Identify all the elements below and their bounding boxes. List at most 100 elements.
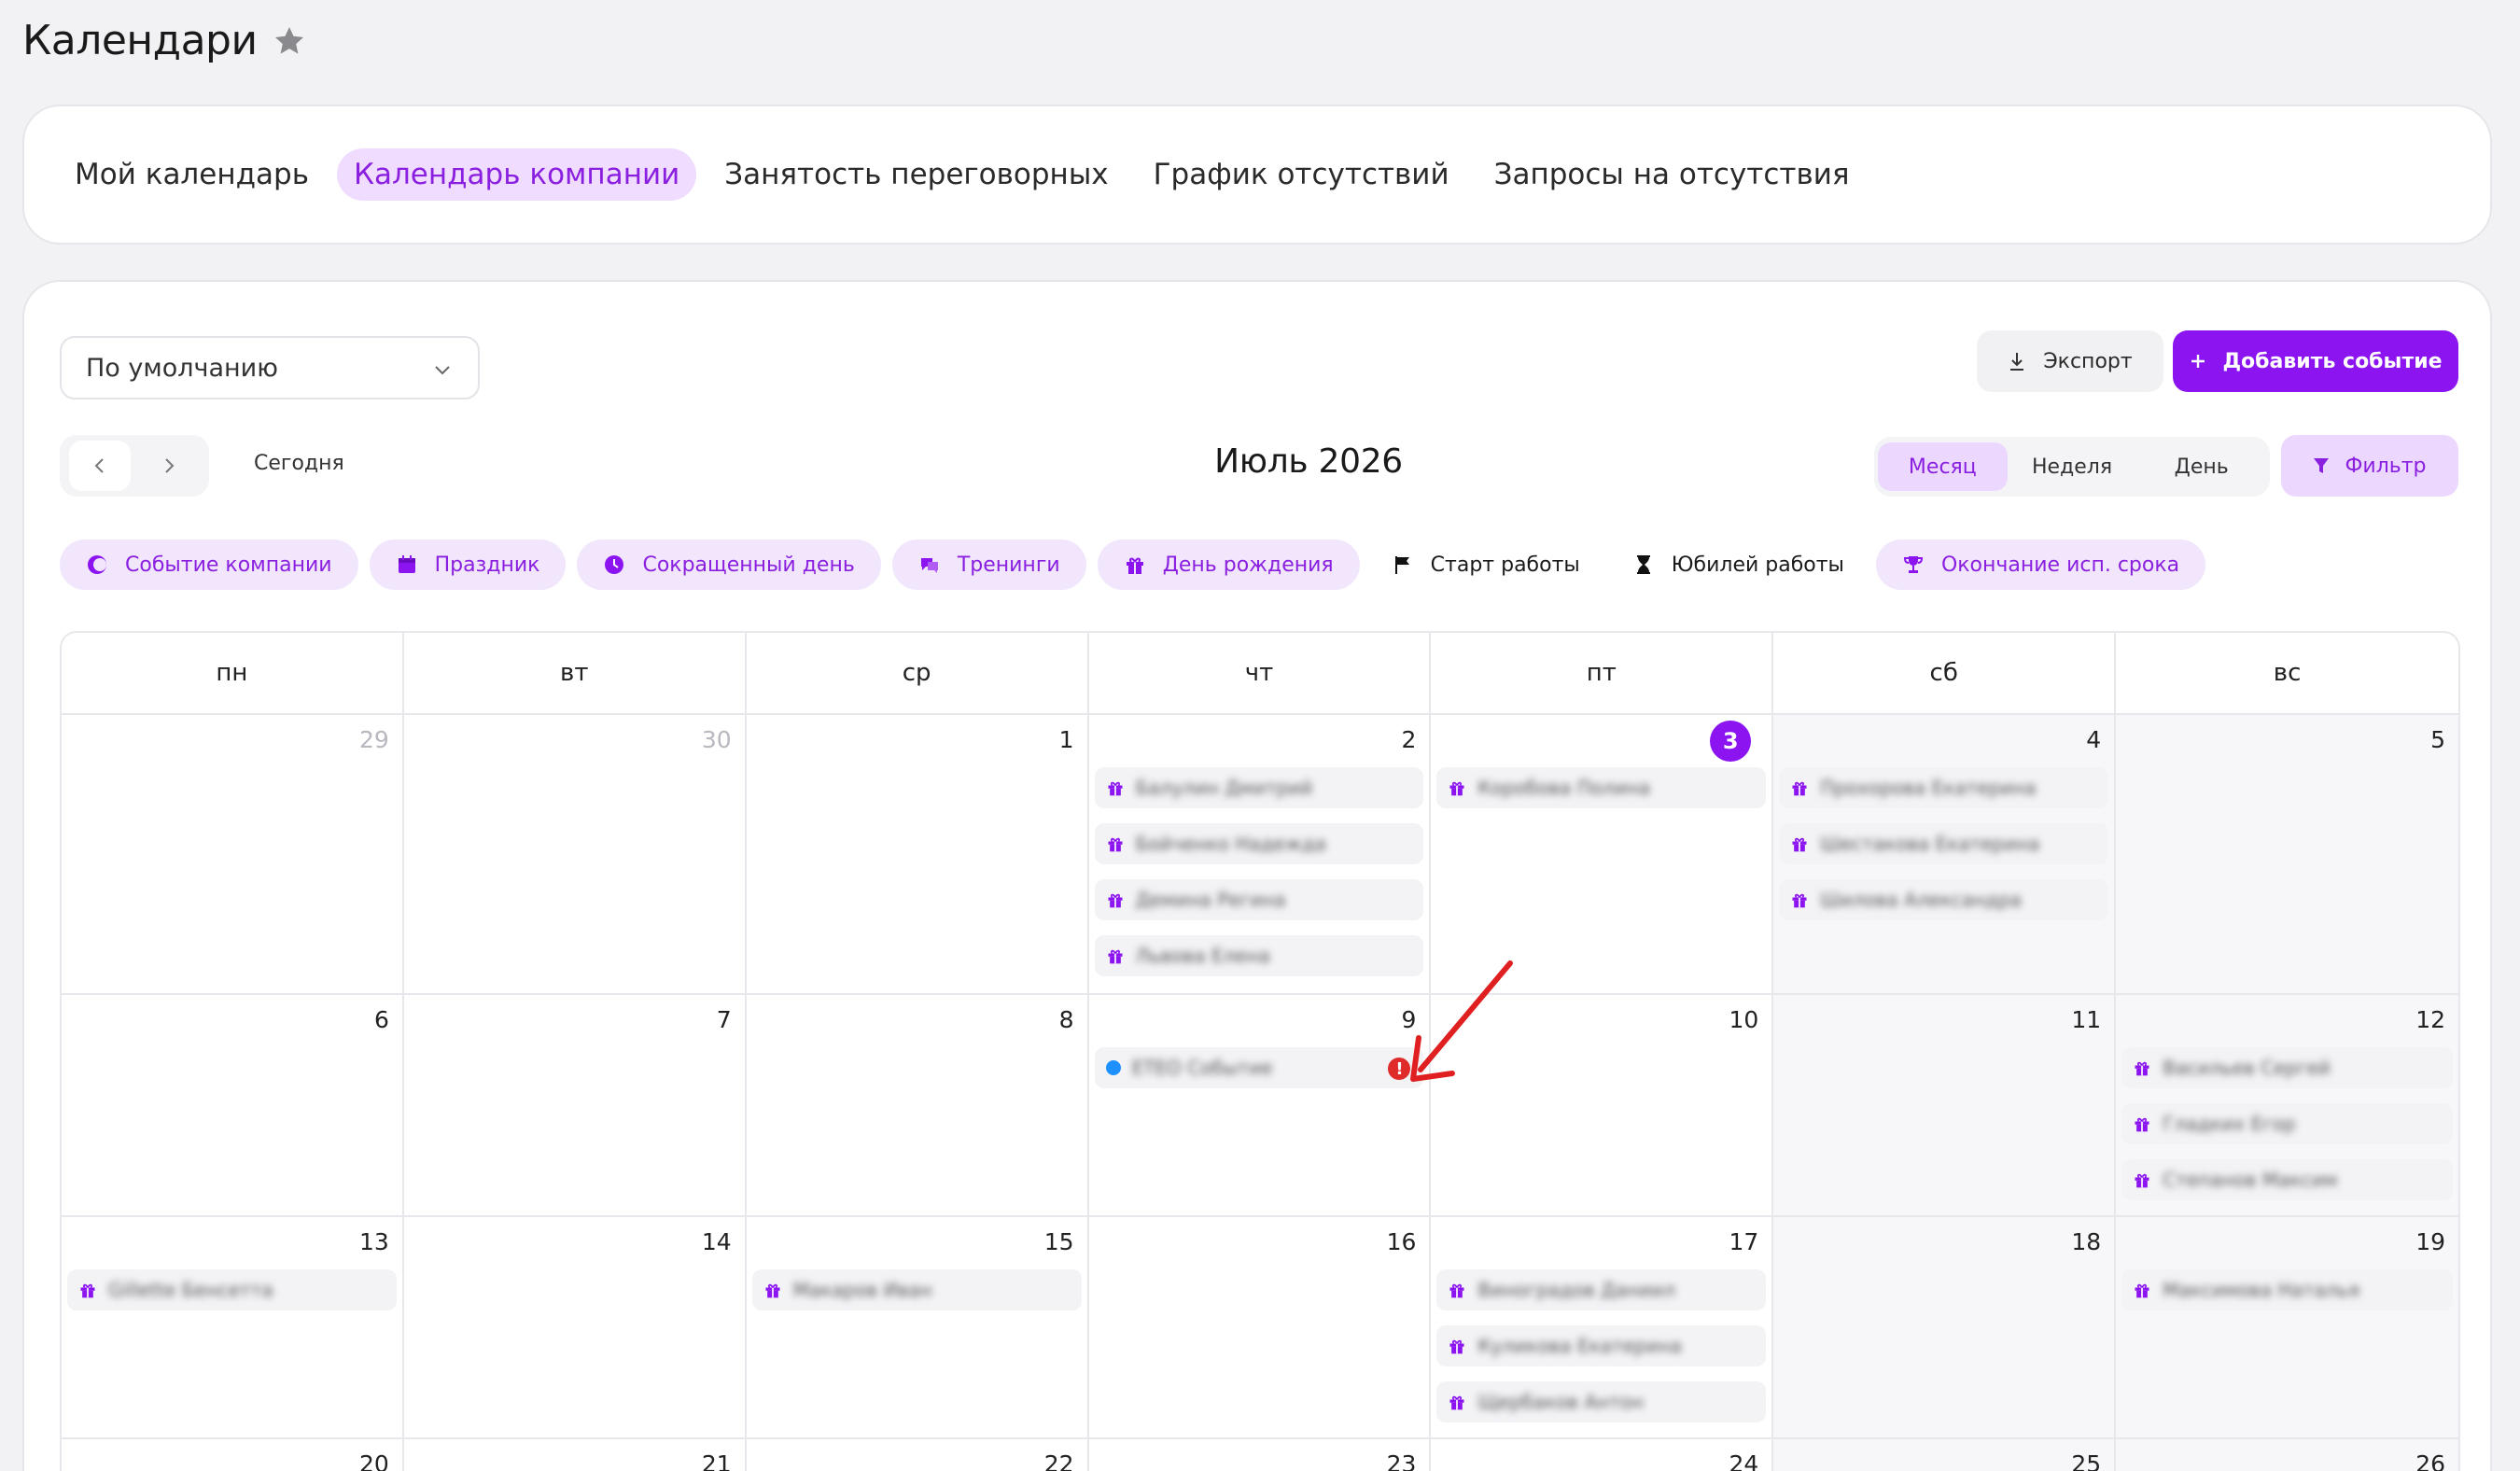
add-event-button[interactable]: Добавить событие: [2173, 330, 2458, 392]
birthday-event[interactable]: Бойченко Надежда: [1094, 823, 1424, 864]
calendar-day-cell[interactable]: 30: [404, 715, 747, 993]
legend-holiday[interactable]: Праздник: [369, 539, 567, 590]
gift-icon: [1792, 781, 1807, 796]
mode-week[interactable]: Неделя: [2008, 442, 2137, 491]
legend-label: День рождения: [1162, 553, 1334, 577]
birthday-event[interactable]: Щербаков Антон: [1436, 1381, 1767, 1422]
legend-work-start[interactable]: Старт работы: [1371, 539, 1601, 590]
calendar-day-cell[interactable]: 24: [1431, 1439, 1774, 1471]
event-title: Гладких Егор: [2163, 1113, 2296, 1135]
view-preset-select[interactable]: По умолчанию: [60, 336, 480, 399]
day-number: 29: [359, 726, 389, 753]
birthday-event[interactable]: Демина Регина: [1094, 879, 1424, 920]
day-number: 21: [701, 1450, 732, 1471]
tab-meeting-rooms[interactable]: Занятость переговорных: [707, 148, 1125, 201]
calendar-day-cell[interactable]: 18: [1773, 1217, 2117, 1437]
calendar-day-cell[interactable]: 14: [404, 1217, 747, 1437]
calendar-day-cell[interactable]: 2 Балулин Дмитрий Бойченко Надежда Демина Р…: [1089, 715, 1432, 993]
day-number: 17: [1729, 1228, 1759, 1255]
tab-company-calendar[interactable]: Календарь компании: [336, 148, 697, 201]
calendar-day-cell[interactable]: 16: [1089, 1217, 1432, 1437]
legend-probation-end[interactable]: Окончание исп. срока: [1875, 539, 2206, 590]
legend-label: Событие компании: [125, 553, 332, 577]
gift-icon: [1792, 837, 1807, 852]
tab-my-calendar[interactable]: Мой календарь: [58, 148, 326, 201]
birthday-event[interactable]: Прохорова Екатерина: [1779, 767, 2109, 808]
star-icon[interactable]: [273, 24, 306, 58]
calendar-day-cell[interactable]: 6: [62, 995, 404, 1215]
day-events: Виноградов Даниил Куликова Екатерина Щерба…: [1436, 1269, 1767, 1422]
birthday-event[interactable]: Гладких Егор: [2121, 1103, 2453, 1144]
birthday-event[interactable]: Балулин Дмитрий: [1094, 767, 1424, 808]
chevron-left-icon: [94, 458, 104, 473]
gift-icon: [1449, 1283, 1464, 1298]
birthday-event[interactable]: Шестакова Екатерина: [1779, 823, 2109, 864]
event-title: Куликова Екатерина: [1477, 1335, 1682, 1357]
day-events: Прохорова Екатерина Шестакова Екатерина Ши…: [1779, 767, 2109, 920]
calendar-day-cell[interactable]: 3 Коробова Полина: [1431, 715, 1774, 993]
today-button[interactable]: Сегодня: [254, 452, 344, 475]
calendar-day-cell[interactable]: 19 Максимова Наталья: [2116, 1217, 2458, 1437]
calendar-day-cell[interactable]: 7: [404, 995, 747, 1215]
legend-trainings[interactable]: Тренинги: [891, 539, 1086, 590]
calendar-day-cell[interactable]: 8: [747, 995, 1089, 1215]
event-title: Виноградов Даниил: [1477, 1279, 1675, 1301]
company-event[interactable]: ЕТЕО Событие!: [1094, 1047, 1424, 1088]
export-button[interactable]: Экспорт: [1977, 330, 2163, 392]
birthday-event[interactable]: Максимова Наталья: [2121, 1269, 2453, 1310]
calendar-week-row: 20 21 22 23 24 25 26: [62, 1439, 2458, 1471]
month-nav: [60, 435, 209, 497]
calendar-day-cell[interactable]: 9 ЕТЕО Событие!: [1089, 995, 1432, 1215]
filter-button[interactable]: Фильтр: [2281, 435, 2458, 497]
calendar-day-cell[interactable]: 23: [1089, 1439, 1432, 1471]
birthday-event[interactable]: Васильев Сергей: [2121, 1047, 2453, 1088]
day-events: ЕТЕО Событие!: [1094, 1047, 1424, 1088]
birthday-event[interactable]: Шилова Александра: [1779, 879, 2109, 920]
event-title: Шилова Александра: [1820, 889, 2023, 911]
weekday-label: пн: [62, 633, 404, 713]
calendar-day-cell[interactable]: 13 Gillette Бенсетта: [62, 1217, 404, 1437]
next-month-button[interactable]: [138, 441, 200, 491]
calendar-week-row: 6 7 8 9 ЕТЕО Событие! 10 11 12 Васильев Сергей Гл…: [62, 995, 2458, 1217]
calendar-day-cell[interactable]: 26: [2116, 1439, 2458, 1471]
calendar-day-cell[interactable]: 29: [62, 715, 404, 993]
tab-absence-requests[interactable]: Запросы на отсутствия: [1477, 148, 1867, 201]
day-number: 4: [2086, 726, 2102, 753]
event-title: Gillette Бенсетта: [108, 1279, 273, 1301]
calendar-day-cell[interactable]: 4 Прохорова Екатерина Шестакова Екатерина Ш…: [1773, 715, 2117, 993]
legend-work-anniversary[interactable]: Юбилей работы: [1612, 539, 1865, 590]
birthday-event[interactable]: Львова Елена: [1094, 935, 1424, 976]
today-day-number: 3: [1710, 721, 1752, 762]
event-title: Васильев Сергей: [2163, 1057, 2331, 1079]
calendar-day-cell[interactable]: 15 Макаров Иван: [747, 1217, 1089, 1437]
mode-month[interactable]: Месяц: [1878, 442, 2008, 491]
birthday-event[interactable]: Макаров Иван: [751, 1269, 1082, 1310]
birthday-event[interactable]: Куликова Екатерина: [1436, 1325, 1767, 1366]
calendar-day-cell[interactable]: 5: [2116, 715, 2458, 993]
calendar-day-cell[interactable]: 21: [404, 1439, 747, 1471]
birthday-event[interactable]: Степанов Максим: [2121, 1159, 2453, 1200]
tab-absence-schedule[interactable]: График отсутствий: [1137, 148, 1466, 201]
calendar-day-cell[interactable]: 22: [747, 1439, 1089, 1471]
calendar-day-cell[interactable]: 1: [747, 715, 1089, 993]
mode-day[interactable]: День: [2136, 442, 2266, 491]
calendar-day-cell[interactable]: 25: [1773, 1439, 2117, 1471]
legend-company-event[interactable]: Событие компании: [60, 539, 358, 590]
birthday-event[interactable]: Виноградов Даниил: [1436, 1269, 1767, 1310]
legend-short-day[interactable]: Сокращенный день: [577, 539, 881, 590]
gift-icon: [1449, 781, 1464, 796]
gift-icon: [1108, 893, 1123, 908]
calendar-day-cell[interactable]: 12 Васильев Сергей Гладких Егор Степанов Ма…: [2116, 995, 2458, 1215]
calendar-day-cell[interactable]: 20: [62, 1439, 404, 1471]
event-title: Щербаков Антон: [1477, 1391, 1645, 1413]
day-number: 26: [2415, 1450, 2445, 1471]
legend-birthday[interactable]: День рождения: [1097, 539, 1360, 590]
prev-month-button[interactable]: [69, 441, 131, 491]
download-icon: [2010, 353, 2024, 371]
weeks-container: 29 30 1 2 Балулин Дмитрий Бойченко Надежда Дем…: [62, 715, 2458, 1471]
birthday-event[interactable]: Коробова Полина: [1436, 767, 1767, 808]
day-events: Васильев Сергей Гладких Егор Степанов Макс…: [2121, 1047, 2453, 1200]
birthday-event[interactable]: Gillette Бенсетта: [67, 1269, 397, 1310]
calendar-day-cell[interactable]: 11: [1773, 995, 2117, 1215]
calendar-day-cell[interactable]: 17 Виноградов Даниил Куликова Екатерина Щер…: [1431, 1217, 1774, 1437]
